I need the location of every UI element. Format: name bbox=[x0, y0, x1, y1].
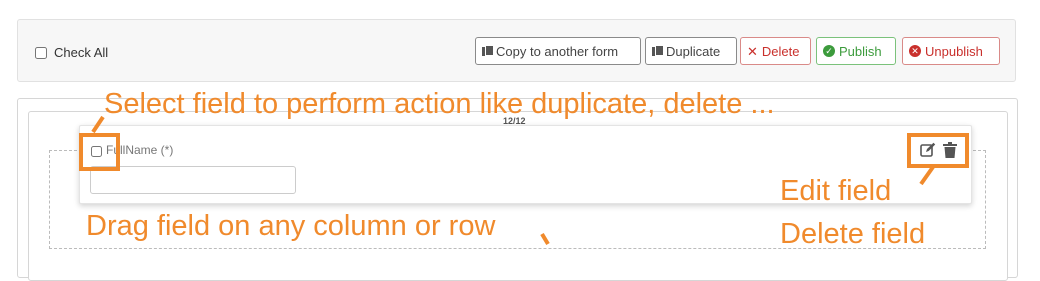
annotation-edit-field: Edit field bbox=[780, 175, 892, 207]
annotation-delete-field: Delete field bbox=[780, 218, 926, 250]
arrow-to-actions bbox=[919, 165, 935, 186]
annotation-select-field: Select field to perform action like dupl… bbox=[104, 88, 775, 120]
arrow-to-dropzone bbox=[540, 232, 550, 246]
arrow-to-checkbox bbox=[91, 115, 105, 134]
annotation-drag-field: Drag field on any column or row bbox=[86, 210, 496, 242]
